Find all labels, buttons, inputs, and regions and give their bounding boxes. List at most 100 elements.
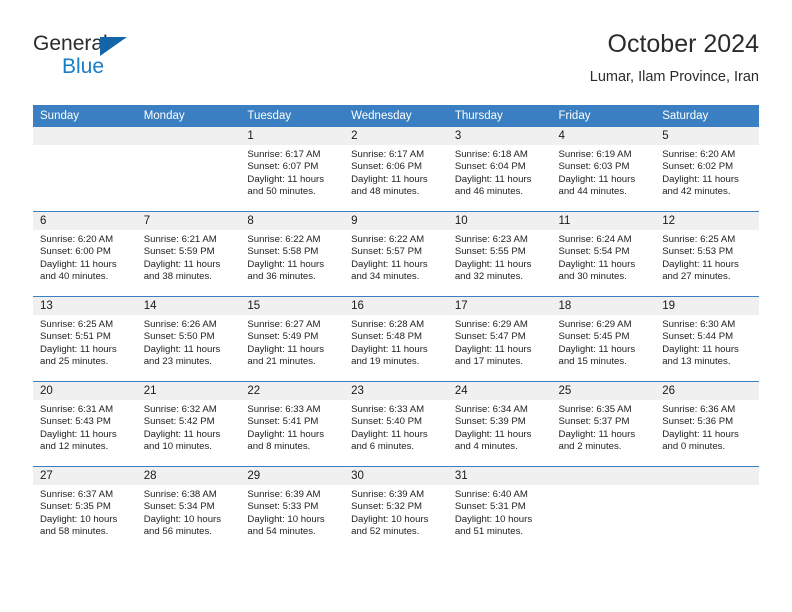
day-number: 27 (33, 467, 137, 485)
daylight-text: Daylight: 11 hours and 46 minutes. (454, 173, 532, 198)
calendar-day-cell[interactable]: 28 Sunrise: 6:38 AM Sunset: 5:34 PM Dayligh… (136, 466, 241, 551)
sunset-text: Sunset: 5:40 PM (351, 416, 423, 428)
page-header: General Blue October 2024 Lumar, Ilam Pr… (33, 28, 759, 100)
calendar-day-cell[interactable]: 12 Sunrise: 6:25 AM Sunset: 5:53 PM Dayligh… (655, 211, 759, 297)
calendar-day-cell[interactable]: 6 Sunrise: 6:20 AM Sunset: 6:00 PM Daylight… (33, 211, 137, 297)
calendar-day-cell[interactable]: 7 Sunrise: 6:21 AM Sunset: 5:59 PM Daylight… (136, 211, 241, 297)
calendar-day-cell[interactable]: 4 Sunrise: 6:19 AM Sunset: 6:03 PM Daylight… (551, 127, 656, 212)
sunrise-text: Sunrise: 6:25 AM (40, 319, 114, 330)
sunset-text: Sunset: 5:48 PM (351, 331, 423, 343)
sunset-text: Sunset: 5:41 PM (247, 416, 319, 428)
calendar-day-cell[interactable]: 20 Sunrise: 6:31 AM Sunset: 5:43 PM Dayligh… (33, 381, 137, 467)
day-details: Sunrise: 6:38 AM Sunset: 5:34 PM Daylight:… (137, 485, 241, 539)
sunset-text: Sunset: 6:04 PM (454, 161, 526, 173)
sunset-text: Sunset: 6:03 PM (558, 161, 630, 173)
sunrise-text: Sunrise: 6:26 AM (143, 319, 217, 330)
calendar-body: 1 Sunrise: 6:17 AM Sunset: 6:07 PM Daylight… (33, 127, 759, 551)
day-number: 9 (344, 212, 448, 230)
day-details: Sunrise: 6:20 AM Sunset: 6:02 PM Daylight:… (655, 145, 759, 199)
day-details: Sunrise: 6:29 AM Sunset: 5:47 PM Daylight:… (448, 315, 552, 369)
sunset-text: Sunset: 5:49 PM (247, 331, 319, 343)
calendar-day-cell[interactable]: 11 Sunrise: 6:24 AM Sunset: 5:54 PM Dayligh… (551, 211, 656, 297)
sunset-text: Sunset: 5:35 PM (40, 501, 111, 513)
sunrise-text: Sunrise: 6:33 AM (247, 404, 321, 415)
calendar-day-cell[interactable]: 14 Sunrise: 6:26 AM Sunset: 5:50 PM Dayligh… (136, 296, 241, 382)
sunset-text: Sunset: 6:07 PM (247, 161, 319, 173)
sunset-text: Sunset: 5:34 PM (143, 501, 215, 513)
day-details: Sunrise: 6:34 AM Sunset: 5:39 PM Daylight:… (448, 400, 552, 454)
day-number (136, 127, 241, 145)
calendar-grid: Sunday Monday Tuesday Wednesday Thursday… (33, 105, 759, 551)
day-details: Sunrise: 6:31 AM Sunset: 5:43 PM Daylight:… (33, 400, 137, 454)
calendar-day-cell[interactable]: 16 Sunrise: 6:28 AM Sunset: 5:48 PM Dayligh… (344, 296, 448, 382)
sunrise-text: Sunrise: 6:19 AM (558, 149, 632, 160)
sunrise-text: Sunrise: 6:39 AM (247, 489, 321, 500)
sunrise-text: Sunrise: 6:32 AM (143, 404, 217, 415)
day-number: 15 (240, 297, 345, 315)
calendar-day-cell[interactable]: 17 Sunrise: 6:29 AM Sunset: 5:47 PM Dayligh… (447, 296, 552, 382)
day-number: 31 (447, 467, 552, 485)
day-details: Sunrise: 6:37 AM Sunset: 5:35 PM Daylight:… (33, 485, 137, 539)
general-blue-logo[interactable]: General Blue (33, 32, 153, 84)
sunrise-text: Sunrise: 6:34 AM (454, 404, 528, 415)
page-title: October 2024 (607, 30, 760, 58)
calendar-day-cell[interactable]: 8 Sunrise: 6:22 AM Sunset: 5:58 PM Daylight… (240, 211, 345, 297)
daylight-text: Daylight: 11 hours and 12 minutes. (40, 428, 117, 453)
day-number: 23 (344, 382, 448, 400)
sunset-text: Sunset: 5:50 PM (143, 331, 215, 343)
daylight-text: Daylight: 11 hours and 4 minutes. (454, 428, 532, 453)
calendar-day-cell[interactable]: 30 Sunrise: 6:39 AM Sunset: 5:32 PM Dayligh… (344, 466, 448, 551)
sunrise-text: Sunrise: 6:28 AM (351, 319, 425, 330)
daylight-text: Daylight: 11 hours and 13 minutes. (662, 343, 739, 368)
calendar-day-cell[interactable]: 13 Sunrise: 6:25 AM Sunset: 5:51 PM Dayligh… (33, 296, 137, 382)
calendar-day-cell[interactable]: 23 Sunrise: 6:33 AM Sunset: 5:40 PM Dayligh… (344, 381, 448, 467)
sunset-text: Sunset: 6:00 PM (40, 246, 111, 258)
day-number: 22 (240, 382, 345, 400)
day-number (551, 467, 656, 485)
day-details: Sunrise: 6:32 AM Sunset: 5:42 PM Daylight:… (137, 400, 241, 454)
daylight-text: Daylight: 11 hours and 0 minutes. (662, 428, 739, 453)
logo-text-blue: Blue (62, 55, 105, 78)
sunrise-text: Sunrise: 6:37 AM (40, 489, 114, 500)
calendar-day-cell[interactable]: 22 Sunrise: 6:33 AM Sunset: 5:41 PM Dayligh… (240, 381, 345, 467)
sunrise-text: Sunrise: 6:17 AM (351, 149, 425, 160)
calendar-day-cell[interactable]: 19 Sunrise: 6:30 AM Sunset: 5:44 PM Dayligh… (655, 296, 759, 382)
logo-text-general: General (33, 32, 108, 55)
day-details: Sunrise: 6:27 AM Sunset: 5:49 PM Daylight:… (240, 315, 344, 369)
calendar-day-cell[interactable]: 2 Sunrise: 6:17 AM Sunset: 6:06 PM Daylight… (344, 127, 448, 212)
sunrise-text: Sunrise: 6:33 AM (351, 404, 425, 415)
day-number: 10 (447, 212, 552, 230)
weekday-header-row: Sunday Monday Tuesday Wednesday Thursday… (33, 105, 759, 127)
calendar-day-cell[interactable]: 31 Sunrise: 6:40 AM Sunset: 5:31 PM Dayligh… (447, 466, 552, 551)
calendar-table: Sunday Monday Tuesday Wednesday Thursday… (33, 105, 759, 551)
calendar-day-cell[interactable]: 26 Sunrise: 6:36 AM Sunset: 5:36 PM Dayligh… (655, 381, 759, 467)
calendar-day-cell[interactable]: 24 Sunrise: 6:34 AM Sunset: 5:39 PM Dayligh… (447, 381, 552, 467)
daylight-text: Daylight: 11 hours and 36 minutes. (247, 258, 325, 283)
calendar-day-cell[interactable]: 5 Sunrise: 6:20 AM Sunset: 6:02 PM Daylight… (655, 127, 759, 212)
calendar-day-cell[interactable]: 3 Sunrise: 6:18 AM Sunset: 6:04 PM Daylight… (447, 127, 552, 212)
day-details: Sunrise: 6:29 AM Sunset: 5:45 PM Daylight:… (552, 315, 656, 369)
calendar-day-cell[interactable]: 9 Sunrise: 6:22 AM Sunset: 5:57 PM Daylight… (344, 211, 448, 297)
day-number: 4 (551, 127, 656, 145)
day-number: 7 (136, 212, 241, 230)
calendar-day-cell[interactable]: 25 Sunrise: 6:35 AM Sunset: 5:37 PM Dayligh… (551, 381, 656, 467)
sunrise-text: Sunrise: 6:22 AM (351, 234, 425, 245)
day-details: Sunrise: 6:18 AM Sunset: 6:04 PM Daylight:… (448, 145, 552, 199)
calendar-day-cell[interactable]: 27 Sunrise: 6:37 AM Sunset: 5:35 PM Dayligh… (33, 466, 137, 551)
day-number: 12 (655, 212, 759, 230)
calendar-day-cell[interactable]: 21 Sunrise: 6:32 AM Sunset: 5:42 PM Dayligh… (136, 381, 241, 467)
daylight-text: Daylight: 11 hours and 44 minutes. (558, 173, 636, 198)
calendar-day-cell[interactable]: 29 Sunrise: 6:39 AM Sunset: 5:33 PM Dayligh… (240, 466, 345, 551)
day-number: 6 (33, 212, 137, 230)
calendar-day-cell[interactable]: 18 Sunrise: 6:29 AM Sunset: 5:45 PM Dayligh… (551, 296, 656, 382)
day-number: 13 (33, 297, 137, 315)
sunrise-text: Sunrise: 6:20 AM (40, 234, 114, 245)
daylight-text: Daylight: 11 hours and 19 minutes. (351, 343, 428, 368)
sunset-text: Sunset: 5:32 PM (351, 501, 423, 513)
calendar-day-cell[interactable]: 15 Sunrise: 6:27 AM Sunset: 5:49 PM Dayligh… (240, 296, 345, 382)
sunrise-text: Sunrise: 6:38 AM (143, 489, 217, 500)
daylight-text: Daylight: 11 hours and 40 minutes. (40, 258, 117, 283)
sunset-text: Sunset: 5:58 PM (247, 246, 319, 258)
calendar-day-cell[interactable]: 1 Sunrise: 6:17 AM Sunset: 6:07 PM Daylight… (240, 127, 345, 212)
calendar-day-cell[interactable]: 10 Sunrise: 6:23 AM Sunset: 5:55 PM Dayligh… (447, 211, 552, 297)
